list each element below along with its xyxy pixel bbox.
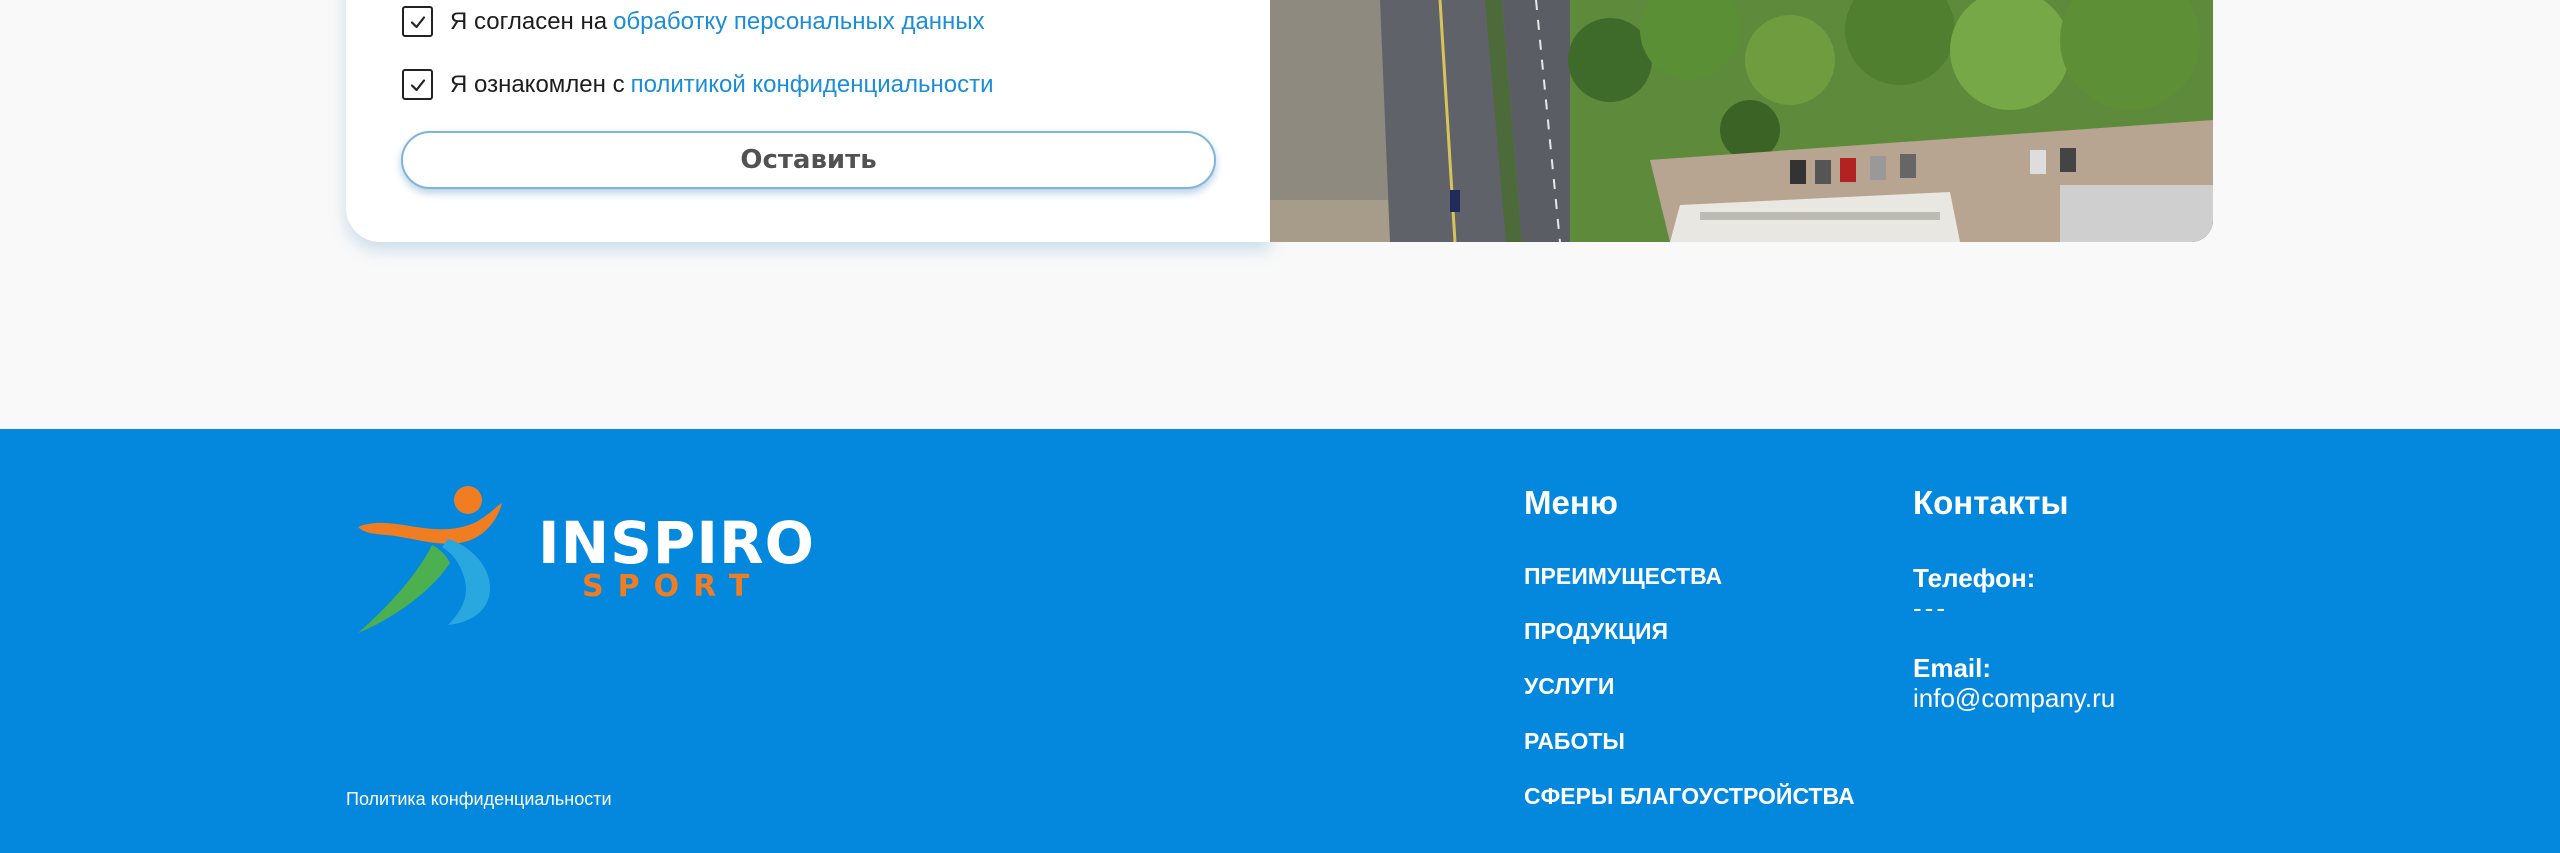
phone-value: --- xyxy=(1913,593,1948,623)
privacy-text: Я ознакомлен с xyxy=(450,70,625,98)
checkmark-icon xyxy=(410,78,425,91)
footer-menu-item-spheres[interactable]: СФЕРЫ БЛАГОУСТРОЙСТВА xyxy=(1524,783,1855,810)
phone-label: Телефон: xyxy=(1913,563,2036,593)
consent-checkbox[interactable] xyxy=(402,6,433,37)
consent-row: Я согласен на обработку персональных дан… xyxy=(402,6,985,37)
footer-privacy-policy-link[interactable]: Политика конфиденциальности xyxy=(346,789,612,810)
logo-subtitle: SPORT xyxy=(582,569,764,604)
logo-wordmark: INSPIRO xyxy=(538,509,815,577)
checkmark-icon xyxy=(410,15,425,28)
privacy-row: Я ознакомлен с политикой конфиденциально… xyxy=(402,69,994,100)
footer-menu-item-works[interactable]: РАБОТЫ xyxy=(1524,728,1625,755)
inspiro-sport-logo[interactable]: INSPIRO SPORT xyxy=(352,483,814,639)
footer-menu-item-advantages[interactable]: ПРЕИМУЩЕСТВА xyxy=(1524,563,1722,590)
runner-logo-icon xyxy=(358,486,502,633)
submit-button[interactable]: Оставить xyxy=(401,131,1216,189)
email-link[interactable]: info@company.ru xyxy=(1913,683,2115,714)
footer-contacts-title: Контакты xyxy=(1913,484,2069,521)
footer-menu-item-products[interactable]: ПРОДУКЦИЯ xyxy=(1524,618,1668,645)
footer-menu-item-services[interactable]: УСЛУГИ xyxy=(1524,673,1614,700)
email-label: Email: xyxy=(1913,653,1992,683)
privacy-checkbox[interactable] xyxy=(402,69,433,100)
aerial-city-photo xyxy=(1270,0,2213,242)
privacy-policy-link[interactable]: политикой конфиденциальности xyxy=(631,71,994,99)
consent-text: Я согласен на xyxy=(450,7,608,35)
personal-data-link[interactable]: обработку персональных данных xyxy=(613,8,984,36)
footer-menu-title: Меню xyxy=(1524,484,1618,521)
